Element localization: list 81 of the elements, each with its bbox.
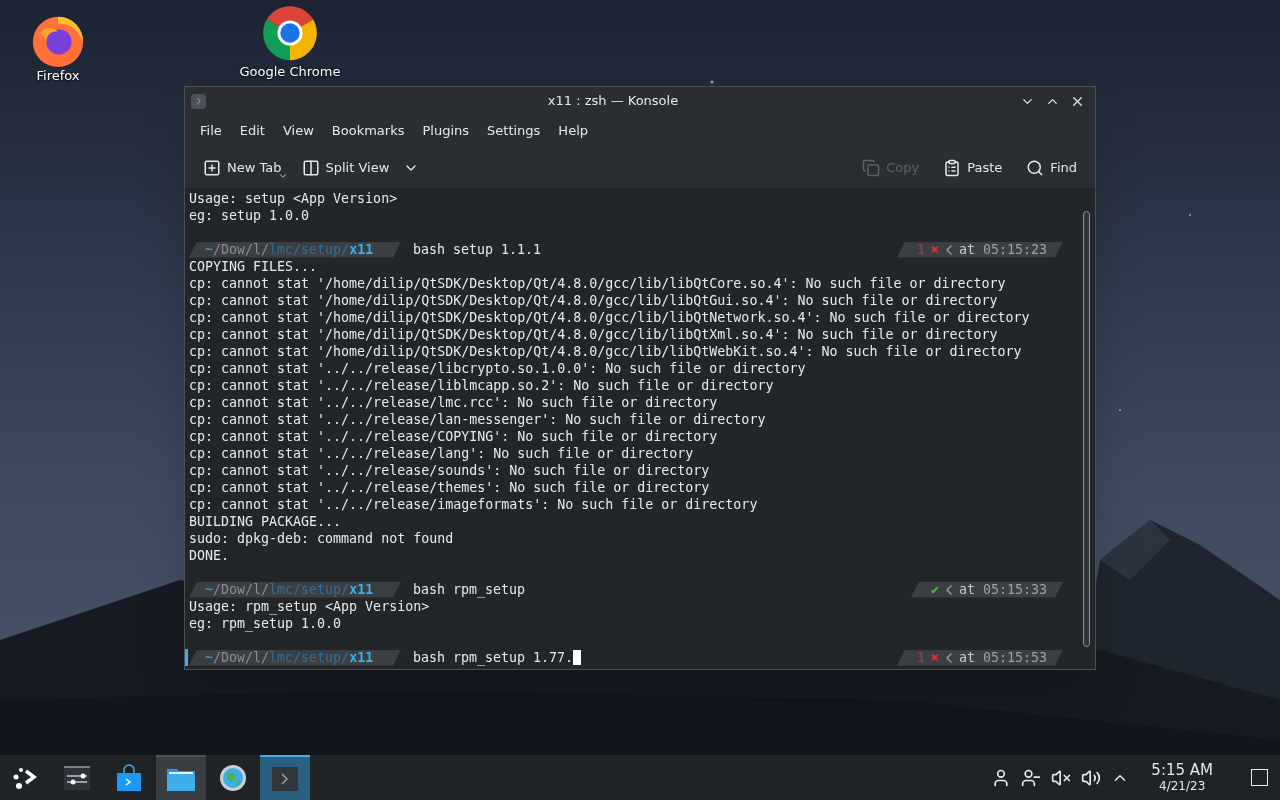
prompt-path-part: lmc/setup/ (269, 241, 350, 258)
prompt-time: 05:15:33 (982, 581, 1047, 598)
exit-code: 1 (916, 649, 925, 666)
terminal-output-line: cp: cannot stat '../../release/themes': No such file or directory (189, 479, 711, 496)
clock-time[interactable]: 5:15 AM (1151, 763, 1213, 778)
prompt-path-part: /Dow/l/ (213, 649, 270, 666)
clock-date[interactable]: 4/21/23 (1159, 780, 1206, 792)
split-view-icon (301, 158, 320, 177)
cross-mark: ✖ (930, 241, 939, 258)
menu-item[interactable]: Help (549, 121, 597, 141)
terminal-output-line: sudo: dpkg-deb: command not found (189, 530, 455, 547)
prompt-path-part: ~ (205, 581, 213, 598)
command-text: bash rpm_setup 1.77. (413, 649, 574, 666)
prompt-path-part: ~ (205, 649, 213, 666)
terminal-output-line: cp: cannot stat '../../release/lang': No such file or directory (189, 445, 695, 462)
muted-speaker-icon[interactable] (1051, 767, 1072, 788)
terminal-output-line: cp: cannot stat '/home/dilip/QtSDK/Desktop/Qt/4.8.0/gcc/lib/libQtXml.so.4': No such file or directory (189, 326, 999, 343)
prompt-path-part: /Dow/l/ (213, 241, 270, 258)
menu-item[interactable]: View (273, 121, 323, 141)
prompt-path-part: x11 (349, 241, 374, 258)
shopping-bag-icon (116, 763, 142, 792)
terminal-output-line: cp: cannot stat '../../release/lan-messenger': No such file or directory (189, 411, 767, 428)
command-text: bash setup 1.1.1 (413, 241, 542, 258)
prompt-path-part: x11 (349, 581, 374, 598)
desktop-icon-label[interactable]: Firefox (36, 68, 80, 84)
terminal-output-line: cp: cannot stat '/home/dilip/QtSDK/Desktop/Qt/4.8.0/gcc/lib/libQtWebKit.so.4': No such file or directory (189, 343, 1023, 360)
new-tab-button[interactable]: New Tab (197, 153, 288, 182)
cross-mark: ✖ (930, 649, 939, 666)
speaker-icon[interactable] (1081, 767, 1102, 788)
menu-item[interactable]: Bookmarks (322, 121, 414, 141)
terminal-output-line: cp: cannot stat '/home/dilip/QtSDK/Desktop/Qt/4.8.0/gcc/lib/libQtNetwork.so.4': No such file or directory (189, 309, 1031, 326)
globe-gear-icon (219, 763, 247, 792)
terminal-output-line: cp: cannot stat '../../release/sounds': No such file or directory (189, 462, 711, 479)
terminal-output-line: cp: cannot stat '../../release/liblmcapp.so.2': No such file or directory (189, 377, 775, 394)
paste-button[interactable]: Paste (937, 153, 1009, 182)
find-button[interactable]: Find (1020, 153, 1083, 182)
prompt-path-part: lmc/setup/ (269, 649, 350, 666)
time-prefix: at (958, 581, 975, 598)
terminal-output-line: DONE. (189, 547, 231, 564)
exit-code: 1 (916, 241, 925, 258)
clipboard-icon (943, 158, 962, 177)
prompt-path-part: lmc/setup/ (269, 581, 350, 598)
desktop-icon-label[interactable]: Google Chrome (239, 64, 341, 80)
terminal-output-line: cp: cannot stat '/home/dilip/QtSDK/Desktop/Qt/4.8.0/gcc/lib/libQtGui.so.4': No such file or directory (189, 292, 999, 309)
copy-icon (862, 158, 881, 177)
menu-item[interactable]: Edit (230, 121, 274, 141)
terminal-output-line: eg: rpm_setup 1.0.0 (189, 615, 343, 632)
command-text: bash rpm_setup (413, 581, 526, 598)
menu-item[interactable]: Settings (478, 121, 550, 141)
terminal-output-line: cp: cannot stat '/home/dilip/QtSDK/Desktop/Qt/4.8.0/gcc/lib/libQtCore.so.4': No such file or directory (189, 275, 1007, 292)
prompt-path-part: x11 (349, 649, 374, 666)
menu-item[interactable]: Plugins (413, 121, 479, 141)
terminal-output-line: cp: cannot stat '../../release/COPYING': No such file or directory (189, 428, 719, 445)
new-tab-icon (203, 158, 221, 177)
user-minus-icon[interactable] (1021, 767, 1042, 788)
prompt-time: 05:15:53 (982, 649, 1047, 666)
prompt-path-part: ~ (205, 241, 213, 258)
check-mark: ✔ (930, 581, 939, 598)
terminal-output-line: COPYING FILES... (189, 258, 319, 275)
show-desktop-button[interactable] (1251, 769, 1268, 786)
terminal-output-line: cp: cannot stat '../../release/libcrypto.so.1.0.0': No such file or directory (189, 360, 807, 377)
search-icon (1026, 158, 1045, 177)
terminal-output-line: cp: cannot stat '../../release/imageformats': No such file or directory (189, 496, 759, 513)
window-title: x11 : zsh — Konsole (546, 92, 680, 111)
scrollbar-thumb[interactable] (1082, 211, 1090, 647)
split-view-button[interactable]: Split View (295, 153, 426, 182)
sliders-icon (63, 764, 91, 791)
prompt-time: 05:15:23 (982, 241, 1047, 258)
time-prefix: at (958, 649, 975, 666)
time-prefix: at (958, 241, 975, 258)
terminal-output-line: Usage: rpm_setup <App Version> (189, 598, 431, 615)
taskbar-app[interactable] (156, 755, 206, 800)
terminal-output-line: cp: cannot stat '../../release/lmc.rcc': No such file or directory (189, 394, 719, 411)
terminal-output-line: Usage: setup <App Version> (189, 190, 399, 207)
prompt-path-part: /Dow/l/ (213, 581, 270, 598)
terminal-output-line: BUILDING PACKAGE... (189, 513, 343, 530)
terminal-icon (271, 765, 299, 792)
text-cursor (573, 650, 582, 665)
terminal-output-line: eg: setup 1.0.0 (189, 207, 311, 224)
menu-item[interactable]: File (191, 121, 231, 141)
app-icon (191, 93, 206, 109)
